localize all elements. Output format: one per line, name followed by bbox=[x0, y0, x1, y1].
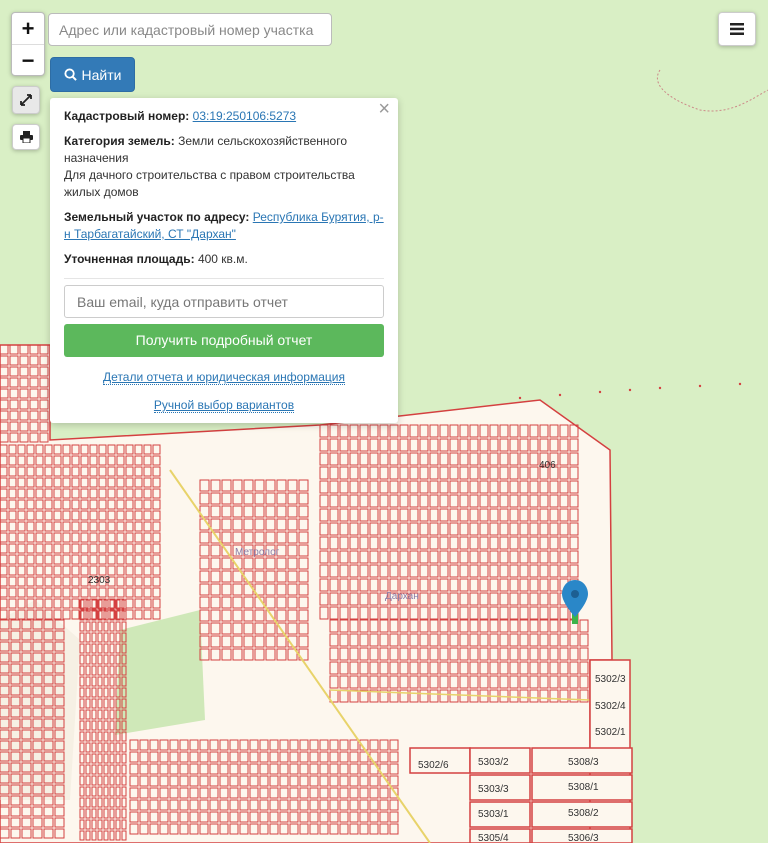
parcel-label-2303: 2303 bbox=[88, 575, 111, 586]
zoom-out-button[interactable]: − bbox=[12, 45, 44, 76]
category-label: Категория земель bbox=[64, 134, 171, 148]
search-input[interactable] bbox=[48, 13, 332, 46]
print-button[interactable] bbox=[12, 124, 40, 150]
block-label: 5303/3 bbox=[478, 784, 509, 795]
settlement-label-1: Метролог bbox=[235, 547, 280, 558]
cadastral-label: Кадастровый номер bbox=[64, 109, 186, 123]
zoom-control: + − bbox=[11, 12, 45, 76]
email-field[interactable] bbox=[64, 285, 384, 318]
address-label: Земельный участок по адресу bbox=[64, 210, 246, 224]
block-label: 5302/6 bbox=[418, 760, 449, 771]
hamburger-icon bbox=[730, 23, 744, 35]
green-strip bbox=[115, 610, 205, 735]
search-button-label: Найти bbox=[81, 66, 122, 83]
block-label: 5302/3 bbox=[595, 674, 626, 685]
manual-selection-link[interactable]: Ручной выбор вариантов bbox=[64, 397, 384, 414]
divider bbox=[64, 278, 384, 279]
cadastral-number-row: Кадастровый номер: 03:19:250106:5273 bbox=[64, 109, 297, 123]
block-label: 5308/2 bbox=[568, 808, 599, 819]
close-icon[interactable]: × bbox=[378, 99, 390, 119]
parcel-info-popup: × Кадастровый номер: 03:19:250106:5273 К… bbox=[50, 98, 398, 423]
block-label: 5306/3 bbox=[568, 833, 599, 843]
block-label: 5303/1 bbox=[478, 809, 509, 820]
magnifier-icon bbox=[63, 68, 77, 81]
manual-selection-link-label: Ручной выбор вариантов bbox=[153, 398, 295, 413]
block-label: 5302/4 bbox=[595, 701, 626, 712]
zoom-in-button[interactable]: + bbox=[12, 13, 44, 45]
get-report-button[interactable]: Получить подробный отчет bbox=[64, 324, 384, 357]
cadastral-number-link[interactable]: 03:19:250106:5273 bbox=[193, 109, 296, 123]
category-row: Категория земель: Земли сельскохозяйстве… bbox=[64, 134, 355, 199]
block-label: 5302/1 bbox=[595, 727, 626, 738]
settlement-label-2: Дархан bbox=[385, 591, 419, 602]
menu-button[interactable] bbox=[718, 12, 756, 46]
area-row: Уточненная площадь: 400 кв.м. bbox=[64, 252, 248, 266]
report-details-link[interactable]: Детали отчета и юридическая информация bbox=[64, 369, 384, 386]
fullscreen-button[interactable] bbox=[12, 86, 40, 114]
block-label: 5308/3 bbox=[568, 757, 599, 768]
printer-icon bbox=[19, 131, 33, 143]
parcel-label-406: 406 bbox=[539, 460, 556, 471]
land-use-value: Для дачного строительства с правом строи… bbox=[64, 168, 355, 199]
search-button[interactable]: Найти bbox=[50, 57, 135, 92]
block-label: 5305/4 bbox=[478, 833, 509, 843]
area-value: 400 кв.м. bbox=[197, 252, 248, 266]
report-details-link-label: Детали отчета и юридическая информация bbox=[103, 370, 345, 385]
area-label: Уточненная площадь bbox=[64, 252, 191, 266]
block-label: 5308/1 bbox=[568, 782, 599, 793]
block-label: 5303/2 bbox=[478, 757, 509, 768]
green-strip-2 bbox=[0, 600, 80, 800]
address-row: Земельный участок по адресу: Республика … bbox=[64, 210, 384, 241]
expand-icon bbox=[20, 94, 32, 106]
